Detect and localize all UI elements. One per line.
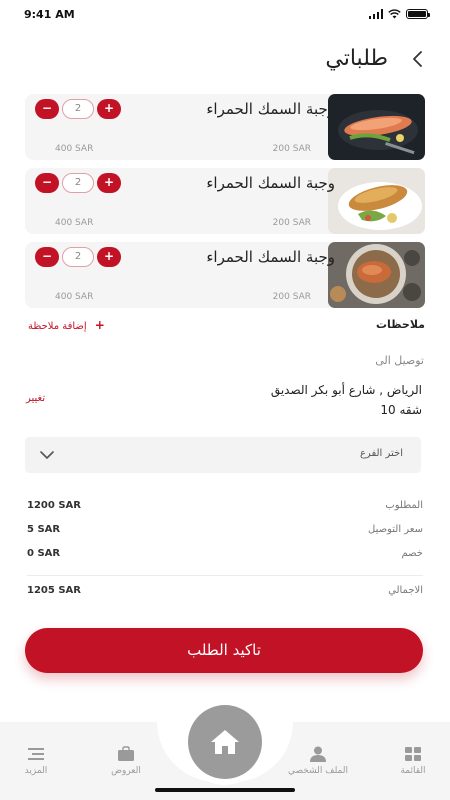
nav-item-offers[interactable]: العروض	[86, 746, 166, 776]
decrement-button[interactable]: −	[35, 99, 59, 119]
nav-label-menu: القائمة	[400, 766, 426, 776]
summary-row: الاجمالي 1205 SAR	[27, 582, 423, 606]
nav-label-offers: العروض	[111, 766, 141, 776]
confirm-order-button[interactable]: تاكيد الطلب	[25, 628, 423, 673]
cart-item: وجبة السمك الحمراء 200 SAR 400 SAR − 2 +	[25, 94, 425, 160]
food-image	[328, 168, 425, 234]
home-button[interactable]	[182, 699, 268, 785]
nav-item-menu[interactable]: القائمة	[373, 746, 450, 776]
home-indicator	[155, 788, 295, 792]
divider	[27, 575, 423, 576]
nav-item-profile[interactable]: الملف الشخصي	[278, 746, 358, 776]
cart-item: وجبة السمك الحمراء 200 SAR 400 SAR − 2 +	[25, 242, 425, 308]
bottom-nav: القائمة الملف الشخصي العروض المزيد	[0, 699, 450, 800]
status-time: 9:41 AM	[24, 8, 75, 21]
item-name: وجبة السمك الحمراء	[206, 248, 335, 266]
increment-button[interactable]: +	[97, 99, 121, 119]
address-line: الرياض , شارع أبو بكر الصديق	[270, 383, 422, 397]
branch-select[interactable]: اختر الفرع	[25, 437, 421, 473]
grid-icon	[405, 747, 421, 761]
food-image	[328, 94, 425, 160]
wifi-icon	[388, 9, 401, 19]
plus-icon: +	[94, 318, 105, 332]
add-note-label: إضافة ملاحظة	[28, 321, 87, 332]
delivery-fee-label: سعر التوصيل	[368, 524, 423, 535]
back-button[interactable]	[408, 48, 428, 70]
increment-button[interactable]: +	[97, 173, 121, 193]
notes-label: ملاحظات	[376, 318, 425, 331]
item-total-price: 400 SAR	[55, 218, 94, 228]
quantity-stepper: − 2 +	[35, 99, 121, 119]
decrement-button[interactable]: −	[35, 247, 59, 267]
battery-icon	[406, 9, 430, 19]
discount-label: خصم	[401, 548, 423, 559]
total-value: 1205 SAR	[27, 585, 81, 596]
change-address-link[interactable]: تغيير	[26, 393, 45, 404]
quantity-value: 2	[62, 99, 94, 119]
user-icon	[310, 746, 326, 762]
quantity-value: 2	[62, 247, 94, 267]
list-icon	[28, 748, 44, 760]
item-unit-price: 200 SAR	[272, 292, 311, 302]
item-total-price: 400 SAR	[55, 144, 94, 154]
add-note-button[interactable]: + إضافة ملاحظة	[28, 318, 105, 332]
item-name: وجبة السمك الحمراء	[206, 174, 335, 192]
header: طلباتي	[0, 42, 450, 78]
address-line: شقه 10	[380, 403, 422, 417]
home-button-circle	[188, 705, 262, 779]
food-image	[328, 242, 425, 308]
chevron-down-icon	[40, 451, 54, 459]
delivery-label: توصيل الى	[375, 354, 424, 367]
cart-item: وجبة السمك الحمراء 200 SAR 400 SAR − 2 +	[25, 168, 425, 234]
item-name: وجبة السمك الحمراء	[206, 100, 335, 118]
summary-row: خصم 0 SAR	[27, 545, 423, 569]
cart-list: وجبة السمك الحمراء 200 SAR 400 SAR − 2 +…	[25, 94, 425, 316]
nav-label-profile: الملف الشخصي	[288, 766, 348, 776]
order-summary: المطلوب 1200 SAR سعر التوصيل 5 SAR خصم 0…	[27, 497, 423, 606]
nav-item-more[interactable]: المزيد	[0, 746, 76, 776]
item-unit-price: 200 SAR	[272, 144, 311, 154]
status-icons	[368, 9, 430, 19]
decrement-button[interactable]: −	[35, 173, 59, 193]
total-label: الاجمالي	[388, 585, 423, 596]
subtotal-value: 1200 SAR	[27, 500, 81, 511]
home-icon	[211, 730, 239, 754]
bag-icon	[118, 746, 134, 761]
quantity-stepper: − 2 +	[35, 173, 121, 193]
discount-value: 0 SAR	[27, 548, 61, 559]
item-total-price: 400 SAR	[55, 292, 94, 302]
delivery-address: الرياض , شارع أبو بكر الصديق شقه 10	[162, 380, 422, 420]
branch-placeholder: اختر الفرع	[359, 448, 403, 459]
signal-icon	[368, 9, 383, 19]
increment-button[interactable]: +	[97, 247, 121, 267]
summary-row: سعر التوصيل 5 SAR	[27, 521, 423, 545]
quantity-stepper: − 2 +	[35, 247, 121, 267]
summary-row: المطلوب 1200 SAR	[27, 497, 423, 521]
status-bar: 9:41 AM	[0, 0, 450, 30]
subtotal-label: المطلوب	[385, 500, 423, 511]
notes-row: ملاحظات + إضافة ملاحظة	[25, 316, 425, 336]
quantity-value: 2	[62, 173, 94, 193]
nav-label-more: المزيد	[24, 766, 48, 776]
page-title: طلباتي	[325, 46, 388, 71]
delivery-fee-value: 5 SAR	[27, 524, 61, 535]
chevron-left-icon	[413, 51, 422, 67]
item-unit-price: 200 SAR	[272, 218, 311, 228]
